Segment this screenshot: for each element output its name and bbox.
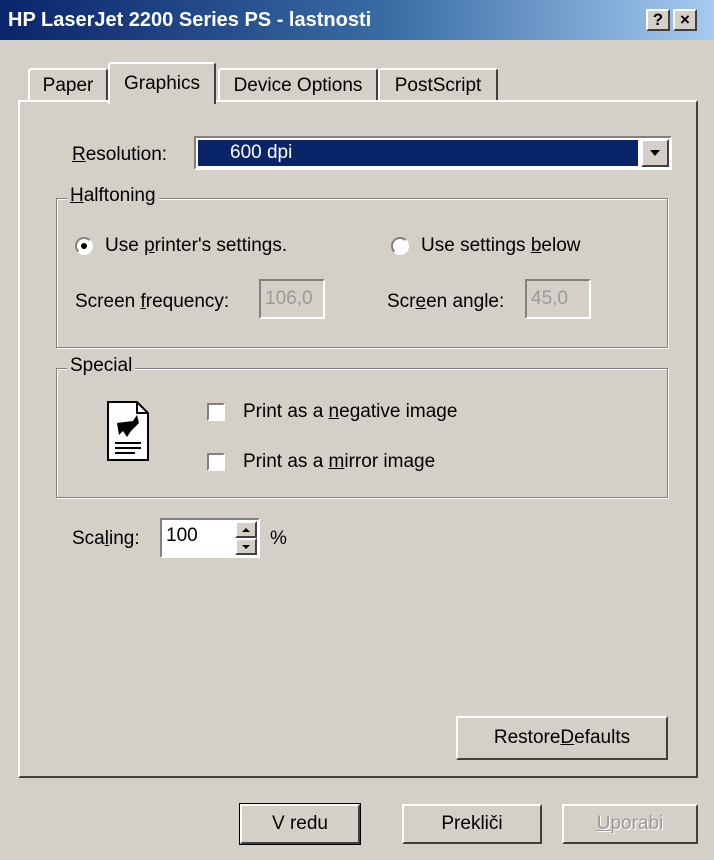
ok-button[interactable]: V redu bbox=[239, 803, 361, 845]
graphics-panel: Resolution: 600 dpi Halftoning Use print… bbox=[18, 100, 698, 778]
negative-image-label[interactable]: Print as a negative image bbox=[243, 401, 457, 423]
scaling-stepper[interactable]: 100 bbox=[160, 518, 260, 558]
scaling-input[interactable]: 100 bbox=[166, 525, 198, 547]
close-button[interactable]: × bbox=[673, 9, 697, 31]
use-printer-settings-label[interactable]: Use printer's settings. bbox=[105, 235, 287, 257]
special-group: Special Print as a negative image Print … bbox=[56, 355, 668, 498]
window-title: HP LaserJet 2200 Series PS - lastnosti bbox=[8, 8, 372, 31]
arrow-up-icon bbox=[242, 527, 250, 532]
special-title: Special bbox=[67, 355, 136, 377]
help-icon: ? bbox=[652, 10, 664, 29]
mirror-image-checkbox[interactable] bbox=[207, 453, 225, 471]
screen-angle-input[interactable]: 45,0 bbox=[525, 279, 591, 319]
tab-graphics[interactable]: Graphics bbox=[108, 62, 216, 104]
title-bar: HP LaserJet 2200 Series PS - lastnosti ?… bbox=[0, 0, 714, 40]
close-icon: × bbox=[680, 10, 690, 29]
use-settings-below-radio[interactable] bbox=[391, 237, 409, 255]
use-settings-below-label[interactable]: Use settings below bbox=[421, 235, 580, 257]
printer-document-icon bbox=[107, 401, 149, 461]
halftoning-title: Halftoning bbox=[67, 185, 159, 207]
tab-label: PostScript bbox=[394, 75, 482, 96]
use-printer-settings-radio[interactable] bbox=[75, 237, 93, 255]
mirror-image-label[interactable]: Print as a mirror image bbox=[243, 451, 435, 473]
tab-device-options[interactable]: Device Options bbox=[218, 68, 378, 102]
tab-paper[interactable]: Paper bbox=[28, 68, 108, 102]
halftoning-group: Halftoning Use printer's settings. Use s… bbox=[56, 185, 668, 348]
arrow-down-icon bbox=[242, 544, 250, 549]
dropdown-arrow-button[interactable] bbox=[641, 139, 669, 167]
resolution-dropdown[interactable]: 600 dpi bbox=[194, 136, 672, 170]
screen-frequency-input[interactable]: 106,0 bbox=[259, 279, 325, 319]
scaling-unit: % bbox=[270, 528, 287, 549]
help-button[interactable]: ? bbox=[646, 9, 670, 31]
restore-defaults-button[interactable]: Restore Defaults bbox=[456, 716, 668, 760]
tab-label: Device Options bbox=[233, 75, 363, 96]
tab-postscript[interactable]: PostScript bbox=[378, 68, 498, 102]
negative-image-checkbox[interactable] bbox=[207, 403, 225, 421]
tab-label: Paper bbox=[42, 75, 94, 96]
chevron-down-icon bbox=[650, 150, 660, 156]
radio-selected-dot bbox=[81, 243, 87, 249]
scaling-label: Scaling: bbox=[72, 528, 140, 549]
scaling-up-button[interactable] bbox=[235, 521, 257, 538]
scaling-down-button[interactable] bbox=[235, 538, 257, 555]
resolution-label: Resolution: bbox=[72, 144, 168, 165]
resolution-selected-value: 600 dpi bbox=[198, 140, 638, 166]
screen-frequency-label: Screen frequency: bbox=[75, 291, 230, 312]
apply-button[interactable]: Uporabi bbox=[562, 804, 698, 844]
cancel-button[interactable]: Prekliči bbox=[402, 804, 542, 844]
screen-angle-label: Screen angle: bbox=[387, 291, 505, 312]
tab-label: Graphics bbox=[123, 73, 201, 94]
